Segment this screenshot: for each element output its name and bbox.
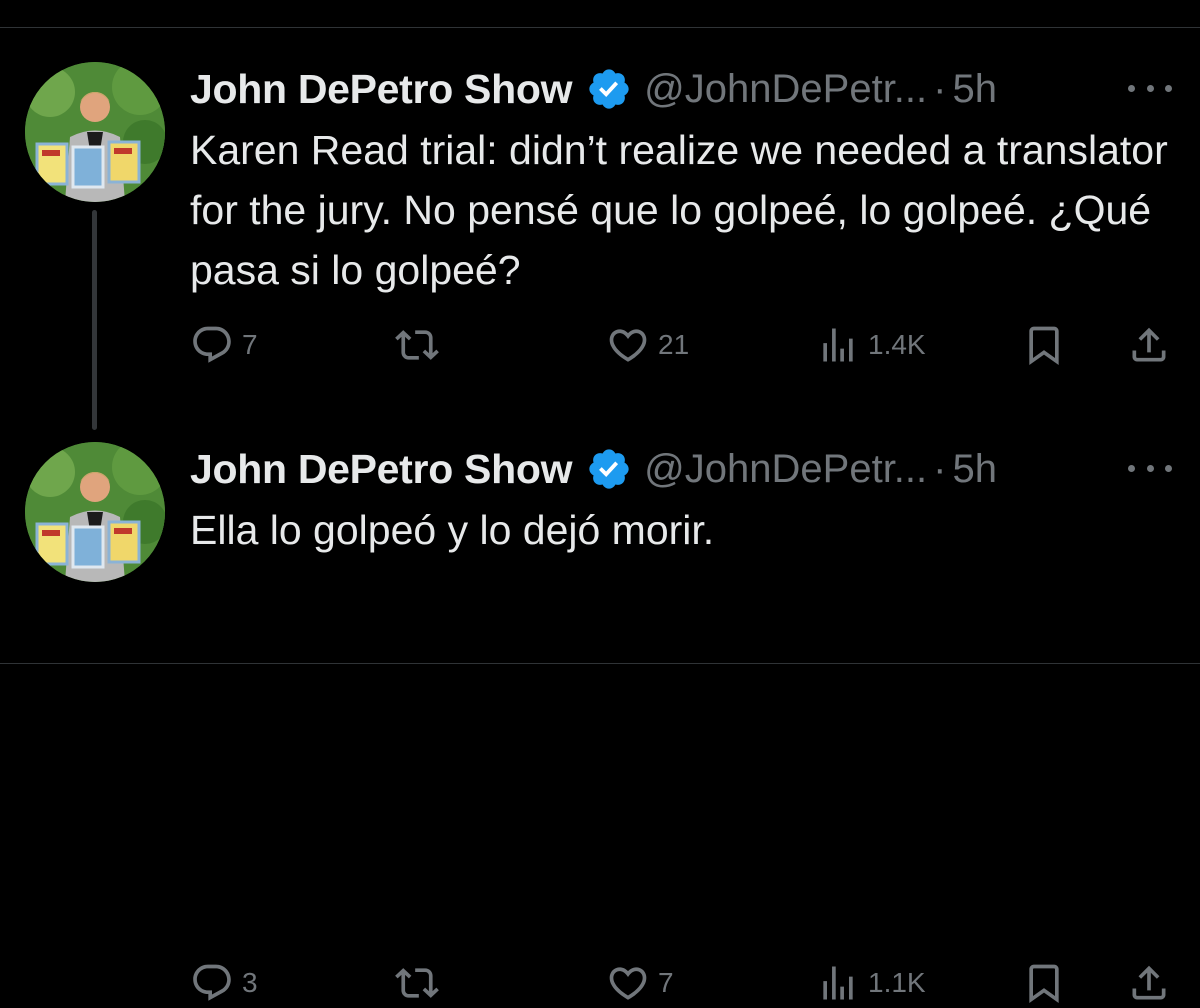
bookmark-icon <box>1029 964 1059 1004</box>
reply-icon <box>193 326 231 363</box>
timestamp[interactable]: 5h <box>952 67 997 112</box>
views-count: 1.1K <box>868 967 926 998</box>
reply-icon <box>193 964 231 1001</box>
views-count: 1.4K <box>868 329 926 360</box>
bookmark-button[interactable] <box>1022 958 1066 1008</box>
more-options-icon[interactable] <box>1128 68 1172 108</box>
author-name[interactable]: John DePetro Show <box>190 446 572 493</box>
tweet-header: John DePetro Show @JohnDePetr... · 5h <box>190 444 997 494</box>
author-handle[interactable]: @JohnDePetr... <box>644 447 927 492</box>
separator-dot: · <box>933 66 947 111</box>
share-button[interactable] <box>1127 958 1171 1008</box>
separator-dot: · <box>933 446 947 491</box>
heart-icon <box>609 329 647 362</box>
tweet-text: Ella lo golpeó y lo dejó morir. <box>190 507 715 553</box>
verified-badge-icon <box>586 66 632 112</box>
bottom-divider <box>0 663 1200 664</box>
share-button[interactable] <box>1127 320 1171 370</box>
views-button[interactable]: 1.4K <box>816 320 926 370</box>
share-icon <box>1132 327 1166 362</box>
reply-count: 7 <box>242 329 258 360</box>
thread-connector-line <box>92 210 97 430</box>
more-options-icon[interactable] <box>1128 448 1172 488</box>
retweet-button[interactable] <box>395 320 439 370</box>
reply-button[interactable]: 7 <box>190 320 258 370</box>
like-button[interactable]: 7 <box>606 958 674 1008</box>
views-button[interactable]: 1.1K <box>816 958 926 1008</box>
views-chart-icon <box>823 328 853 362</box>
reply-button[interactable]: 3 <box>190 958 258 1008</box>
verified-badge-icon <box>586 446 632 492</box>
author-name[interactable]: John DePetro Show <box>190 66 572 113</box>
tweet-text: Karen Read trial: didn’t realize we need… <box>190 127 1168 293</box>
like-button[interactable]: 21 <box>606 320 689 370</box>
retweet-button[interactable] <box>395 958 439 1008</box>
avatar[interactable] <box>25 62 165 202</box>
bookmark-button[interactable] <box>1022 320 1066 370</box>
like-count: 21 <box>658 329 690 360</box>
bookmark-icon <box>1029 326 1059 366</box>
share-icon <box>1132 965 1166 1000</box>
timestamp[interactable]: 5h <box>952 447 997 492</box>
avatar[interactable] <box>25 442 165 582</box>
tweet-header: John DePetro Show @JohnDePetr... · 5h <box>190 64 997 114</box>
tweet-actions: 3 7 1.1K <box>190 958 1180 1008</box>
retweet-icon <box>395 330 439 360</box>
reply-count: 3 <box>242 967 258 998</box>
author-handle[interactable]: @JohnDePetr... <box>644 67 927 112</box>
retweet-icon <box>395 968 439 998</box>
top-divider <box>0 27 1200 28</box>
views-chart-icon <box>823 966 853 1000</box>
like-count: 7 <box>658 967 674 998</box>
heart-icon <box>609 967 647 1000</box>
tweet-actions: 7 21 1.4K <box>190 320 1180 370</box>
